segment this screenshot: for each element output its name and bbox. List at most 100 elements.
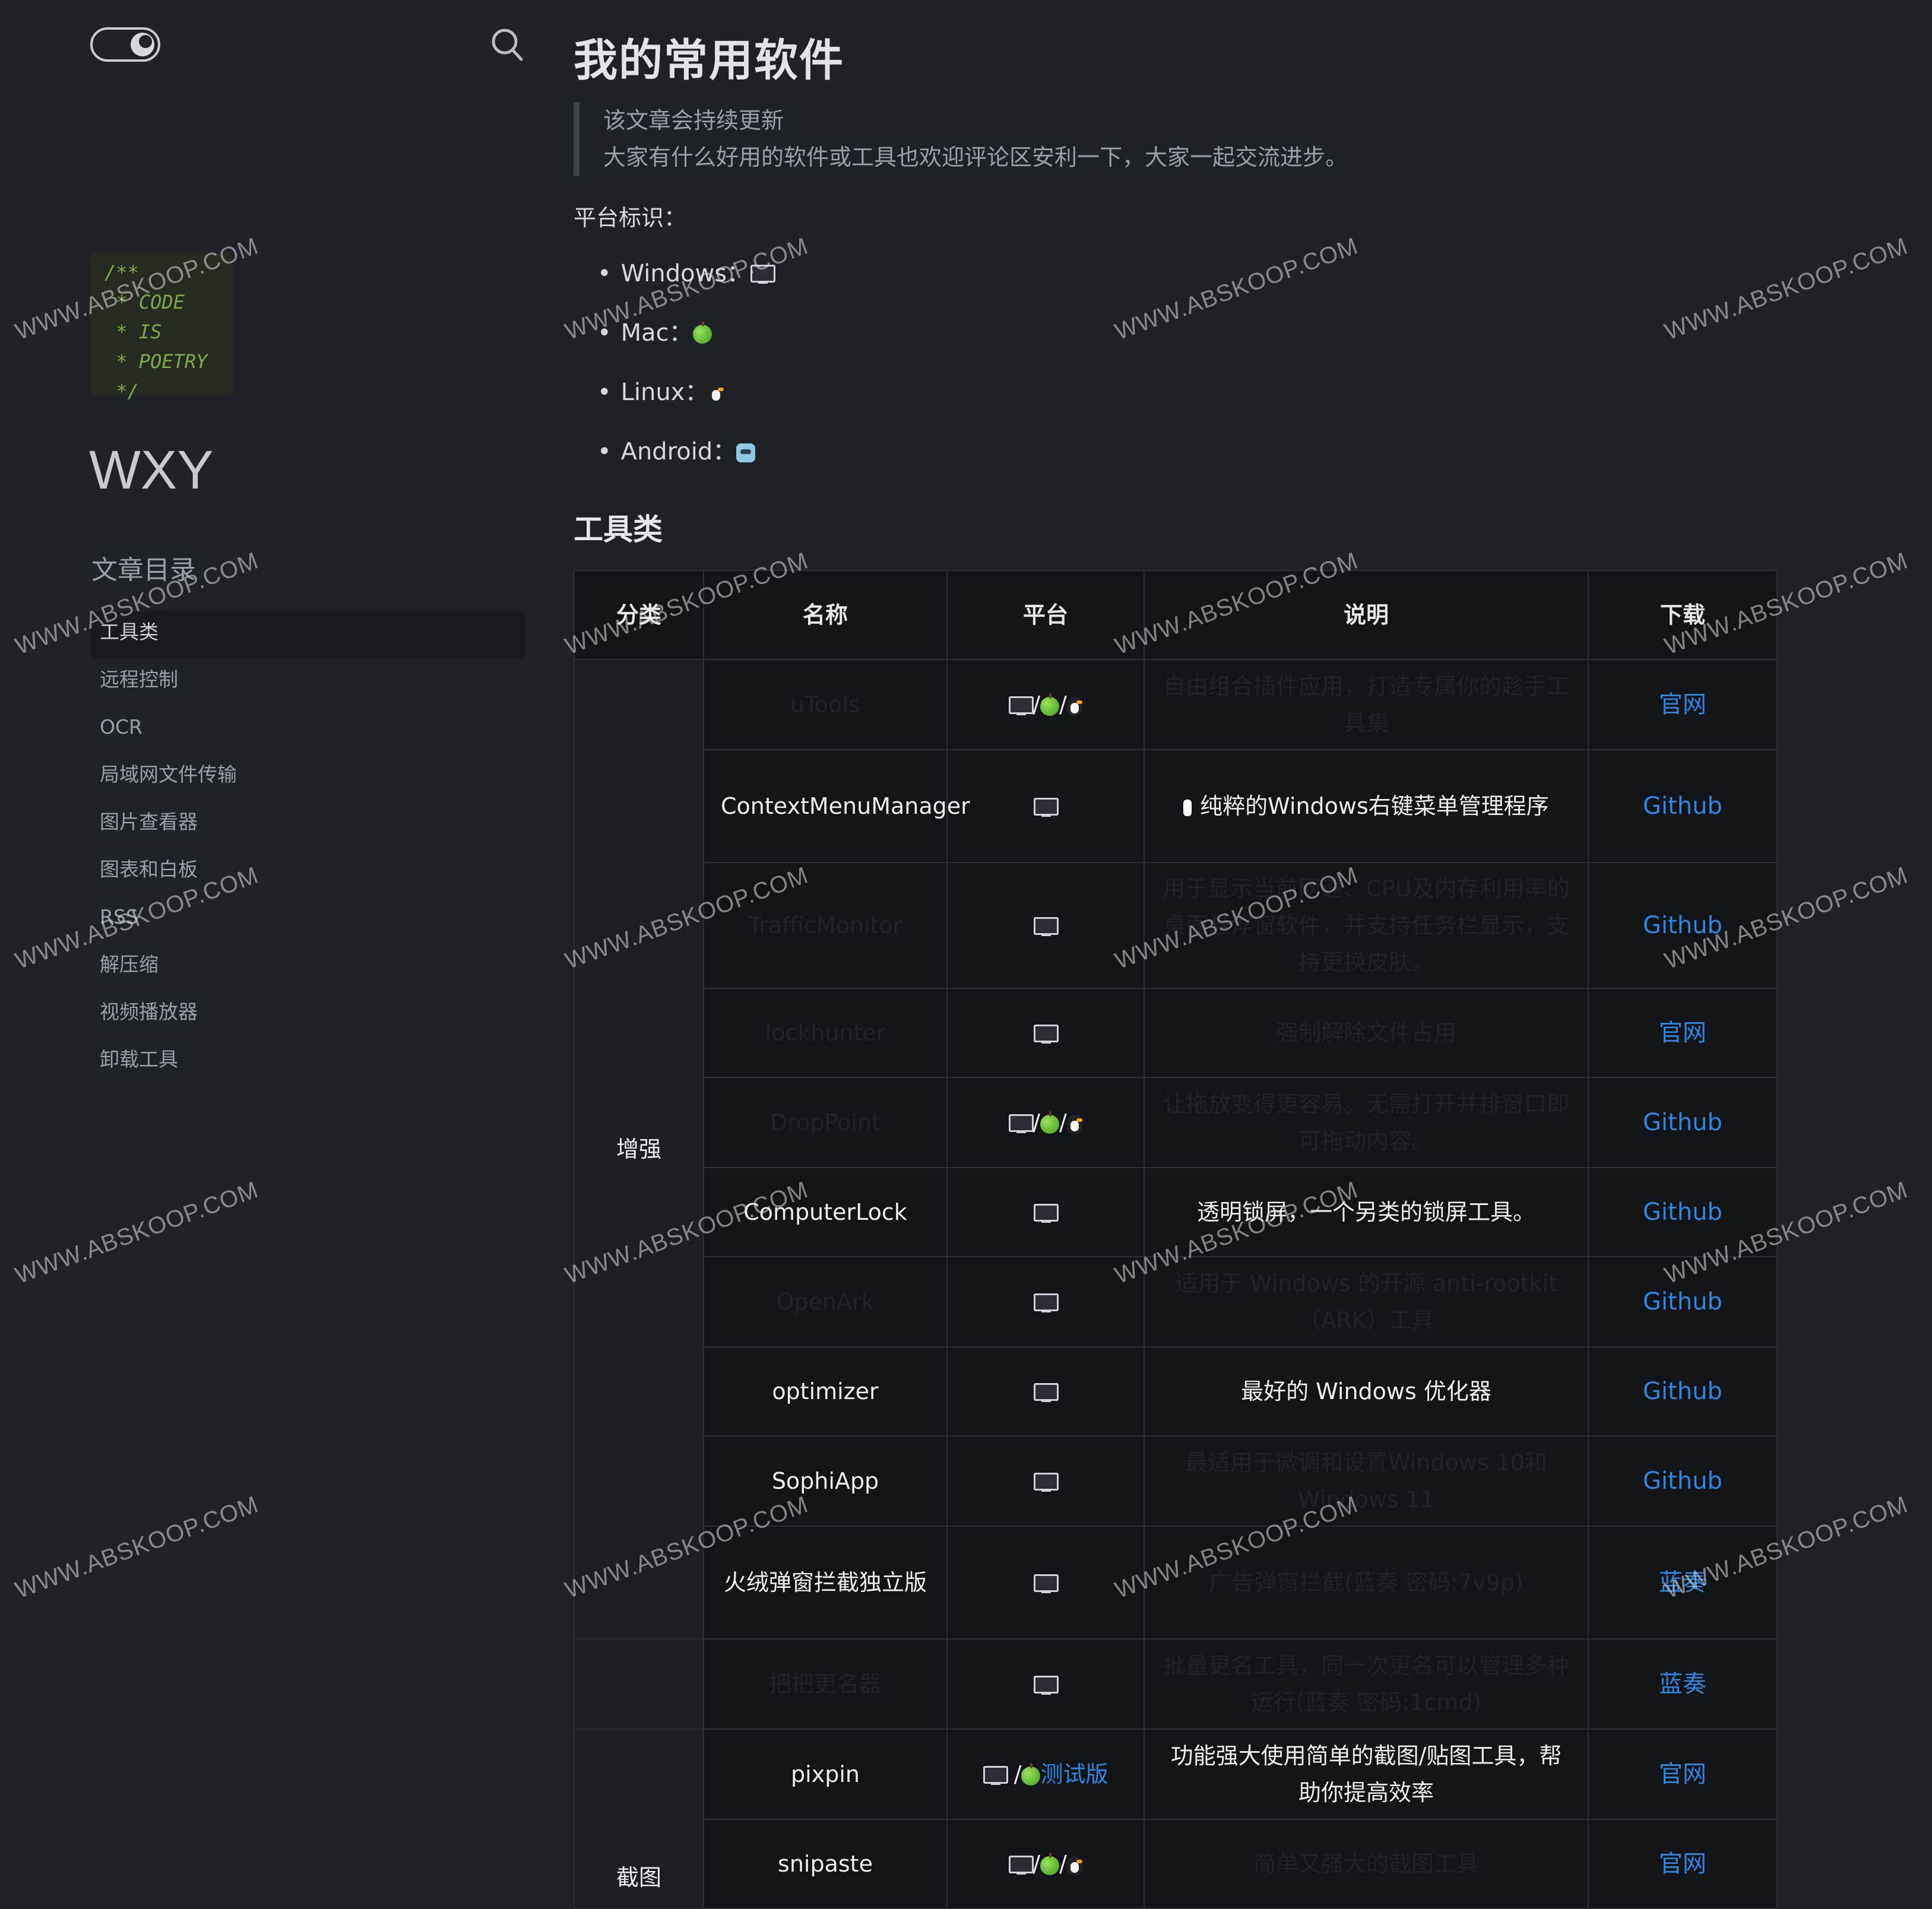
toc-list: 工具类 远程控制 OCR 局域网文件传输 图片查看器 图表和白板 RSS 解压缩… bbox=[90, 611, 525, 1086]
table-row: ComputerLock 透明锁屏，一个另类的锁屏工具。 Github bbox=[574, 1167, 1778, 1257]
download-link[interactable]: Github bbox=[1643, 1467, 1722, 1495]
download-cell: 官网 bbox=[1588, 988, 1778, 1078]
toc-title: 文章目录 bbox=[91, 555, 196, 585]
name-cell: lockhunter bbox=[703, 988, 948, 1078]
moon-icon bbox=[131, 33, 154, 56]
platform-name: Mac： bbox=[620, 319, 693, 347]
table-row: OpenArk 适用于 Windows 的开源 anti-rootkit（ARK… bbox=[574, 1256, 1778, 1347]
toc-item-video-player[interactable]: 视频播放器 bbox=[90, 991, 525, 1039]
description-cell: 用于显示当前网速、CPU及内存利用率的桌面悬浮窗软件，并支持任务栏显示，支持更换… bbox=[1144, 862, 1589, 989]
platform-list: Windows： Mac： Linux： Android： bbox=[597, 254, 776, 491]
table-row: TrafficMonitor 用于显示当前网速、CPU及内存利用率的桌面悬浮窗软… bbox=[574, 862, 1778, 989]
description-cell: 简单又强大的截图工具 bbox=[1144, 1819, 1589, 1909]
platform-cell: / / bbox=[946, 1819, 1145, 1909]
monitor-icon bbox=[1034, 1203, 1059, 1224]
code-line: * POETRY bbox=[104, 350, 208, 373]
platform-cell bbox=[946, 1256, 1145, 1347]
platform-cell: / / bbox=[946, 659, 1145, 750]
download-link[interactable]: 蓝奏 bbox=[1659, 1569, 1706, 1596]
download-link[interactable]: 官网 bbox=[1659, 1761, 1706, 1788]
theme-toggle[interactable] bbox=[90, 27, 160, 62]
monitor-icon bbox=[1034, 1472, 1059, 1493]
penguin-icon bbox=[1066, 696, 1082, 716]
download-cell: 官网 bbox=[1588, 659, 1778, 750]
header-download: 下载 bbox=[1588, 570, 1778, 660]
code-poetry-card: /** * CODE * IS * POETRY */ bbox=[90, 253, 233, 402]
download-link[interactable]: Github bbox=[1643, 1378, 1722, 1405]
platform-name: Linux： bbox=[620, 379, 709, 406]
download-link[interactable]: Github bbox=[1643, 1198, 1722, 1226]
monitor-icon bbox=[1009, 1114, 1034, 1134]
download-link[interactable]: Github bbox=[1643, 1288, 1722, 1315]
toc-item-rss[interactable]: RSS bbox=[90, 896, 525, 944]
description-cell: 自由组合插件应用，打造专属你的趁手工具集 bbox=[1144, 659, 1589, 750]
name-cell: 火绒弹窗拦截独立版 bbox=[703, 1526, 948, 1640]
monitor-icon bbox=[1009, 696, 1034, 716]
toc-item-ocr[interactable]: OCR bbox=[90, 706, 525, 754]
description-cell: 纯粹的Windows右键菜单管理程序 bbox=[1144, 749, 1589, 863]
toc-item-image-viewer[interactable]: 图片查看器 bbox=[90, 801, 525, 849]
description-cell: 功能强大使用简单的截图/贴图工具，帮助你提高效率 bbox=[1144, 1729, 1589, 1820]
header-description: 说明 bbox=[1144, 570, 1589, 660]
penguin-icon bbox=[708, 384, 724, 403]
category-cell bbox=[574, 1638, 704, 1730]
platform-item-android: Android： bbox=[597, 432, 774, 491]
platform-cell bbox=[946, 1167, 1145, 1257]
software-table: 分类 名称 平台 说明 下载 增强 uTools / / 自由组合插件应用，打造专… bbox=[574, 570, 1778, 1909]
toc-item-charts-whiteboard[interactable]: 图表和白板 bbox=[90, 849, 525, 896]
platform-cell bbox=[946, 1435, 1145, 1527]
table-row: lockhunter 强制解除文件占用 官网 bbox=[574, 988, 1778, 1078]
table-row: 把把更名器 批量更名工具，同一次更名可以管理多种运行(蓝奏 密码:1cmd) 蓝… bbox=[574, 1638, 1778, 1730]
watermark: WWW.ABSKOOP.COM bbox=[1111, 233, 1362, 345]
sidebar: /** * CODE * IS * POETRY */ WXY 文章目录 工具类… bbox=[0, 0, 534, 1901]
penguin-icon bbox=[1066, 1856, 1082, 1875]
site-title[interactable]: WXY bbox=[89, 439, 214, 502]
description-cell: 批量更名工具，同一次更名可以管理多种运行(蓝奏 密码:1cmd) bbox=[1144, 1638, 1589, 1730]
download-cell: Github bbox=[1588, 1346, 1778, 1436]
header-name: 名称 bbox=[703, 570, 948, 660]
toc-item-decompress[interactable]: 解压缩 bbox=[90, 944, 525, 991]
search-icon[interactable] bbox=[490, 27, 524, 63]
description-cell: 透明锁屏，一个另类的锁屏工具。 bbox=[1144, 1167, 1589, 1257]
download-cell: Github bbox=[1588, 1256, 1778, 1347]
name-cell: 把把更名器 bbox=[703, 1638, 948, 1730]
name-cell: OpenArk bbox=[703, 1256, 948, 1347]
download-link[interactable]: 官网 bbox=[1659, 1850, 1706, 1878]
download-link[interactable]: 官网 bbox=[1659, 691, 1706, 718]
monitor-icon bbox=[1034, 797, 1059, 818]
name-cell: snipaste bbox=[703, 1819, 948, 1909]
beta-link[interactable]: 测试版 bbox=[1040, 1761, 1108, 1787]
download-link[interactable]: Github bbox=[1643, 1109, 1722, 1136]
download-cell: Github bbox=[1588, 862, 1778, 989]
description-cell: 强制解除文件占用 bbox=[1144, 988, 1589, 1078]
code-line: */ bbox=[104, 380, 139, 402]
table-row: ContextMenuManager 纯粹的Windows右键菜单管理程序 Gi… bbox=[574, 749, 1778, 863]
robot-icon bbox=[736, 443, 756, 462]
blockquote: 该文章会持续更新 大家有什么好用的软件或工具也欢迎评论区安利一下，大家一起交流进… bbox=[574, 102, 1348, 176]
download-link[interactable]: 官网 bbox=[1659, 1019, 1706, 1047]
toc-item-lan-transfer[interactable]: 局域网文件传输 bbox=[90, 754, 525, 801]
green-apple-icon bbox=[1021, 1762, 1041, 1786]
platform-cell bbox=[946, 1638, 1145, 1730]
category-cell: 截图 bbox=[574, 1729, 704, 1909]
description-cell: 适用于 Windows 的开源 anti-rootkit（ARK）工具 bbox=[1144, 1256, 1589, 1347]
toc-item-tools[interactable]: 工具类 bbox=[90, 611, 525, 659]
table-row: 截图 pixpin / 测试版 功能强大使用简单的截图/贴图工具，帮助你提高效率 … bbox=[574, 1729, 1778, 1909]
download-link[interactable]: Github bbox=[1643, 792, 1722, 820]
name-cell: TrafficMonitor bbox=[703, 862, 948, 989]
download-link[interactable]: Github bbox=[1643, 912, 1722, 939]
toc-item-uninstall[interactable]: 卸载工具 bbox=[90, 1039, 525, 1086]
toc-item-remote-control[interactable]: 远程控制 bbox=[90, 659, 525, 706]
green-apple-icon bbox=[692, 321, 712, 344]
monitor-icon bbox=[1034, 917, 1059, 937]
name-cell: ComputerLock bbox=[703, 1167, 948, 1257]
download-link[interactable]: 蓝奏 bbox=[1659, 1670, 1706, 1698]
monitor-icon bbox=[983, 1765, 1008, 1786]
penguin-icon bbox=[1066, 1114, 1082, 1134]
green-apple-icon bbox=[1040, 1852, 1059, 1875]
platform-name: Windows： bbox=[620, 260, 751, 287]
table-row: snipaste / / 简单又强大的截图工具 官网 bbox=[574, 1819, 1778, 1909]
platform-item-mac: Mac： bbox=[597, 313, 774, 373]
download-cell: 官网 bbox=[1588, 1819, 1778, 1909]
mouse-icon bbox=[1183, 799, 1192, 816]
